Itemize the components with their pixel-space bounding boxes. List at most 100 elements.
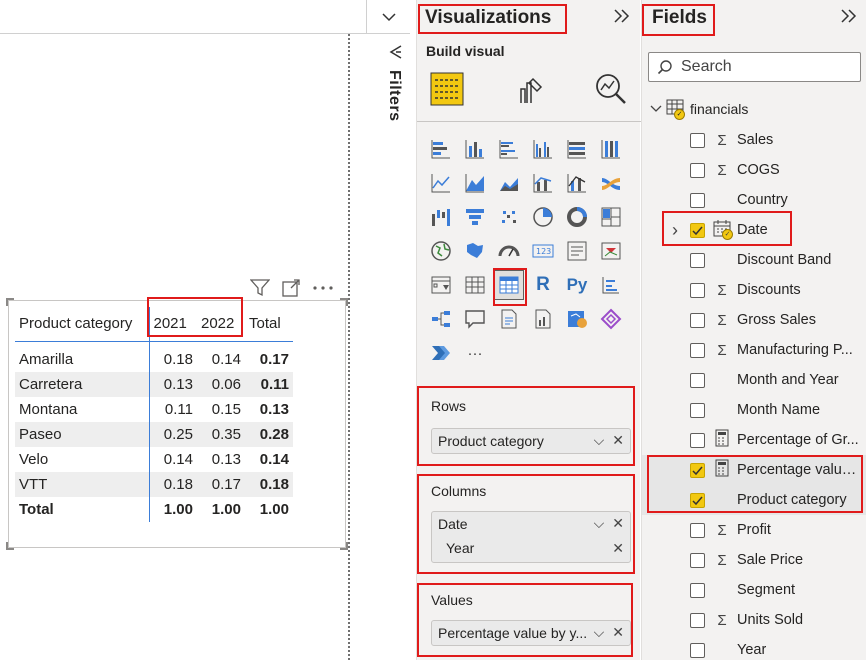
table-icon[interactable] xyxy=(460,270,490,300)
100-percent-bar-chart-icon[interactable] xyxy=(562,134,592,164)
cell-value[interactable]: 0.06 xyxy=(197,372,245,397)
field-checkbox[interactable] xyxy=(690,372,705,388)
focus-mode-icon[interactable] xyxy=(282,279,300,297)
100-percent-column-chart-icon[interactable] xyxy=(596,134,626,164)
row-label[interactable]: Carretera xyxy=(15,372,149,397)
matrix-visual[interactable]: Product category 2021 2022 Total Amarill… xyxy=(6,298,348,550)
smart-narrative-icon[interactable] xyxy=(494,304,524,334)
collapse-chevrons-icon[interactable] xyxy=(840,8,858,29)
total-row-label[interactable]: Total xyxy=(15,497,149,522)
field-checkbox[interactable] xyxy=(690,402,705,418)
cell-value[interactable]: 0.11 xyxy=(148,397,197,422)
cell-value[interactable]: 0.14 xyxy=(148,447,197,472)
field-checkbox[interactable] xyxy=(690,552,705,568)
key-influencers-icon[interactable] xyxy=(596,270,626,300)
resize-handle[interactable] xyxy=(340,542,348,550)
row-label[interactable]: Montana xyxy=(15,397,149,422)
power-automate-icon[interactable] xyxy=(426,338,456,368)
field-item[interactable]: Percentage value... xyxy=(642,455,866,485)
header-product-category[interactable]: Product category xyxy=(15,307,149,341)
filter-icon[interactable] xyxy=(250,279,270,297)
cell-total[interactable]: 0.13 xyxy=(245,397,293,422)
field-item[interactable]: Product category xyxy=(642,485,866,515)
chevron-down-icon[interactable]: ⌵ xyxy=(594,515,605,532)
field-item[interactable]: Segment xyxy=(642,575,866,605)
more-visuals-button[interactable]: ··· xyxy=(460,338,490,368)
cell-total[interactable]: 0.14 xyxy=(245,447,293,472)
search-input[interactable]: Search xyxy=(648,52,861,82)
line-chart-icon[interactable] xyxy=(426,168,456,198)
cell-value[interactable]: 0.13 xyxy=(197,447,245,472)
field-item[interactable]: Month and Year xyxy=(642,365,866,395)
kpi-icon[interactable] xyxy=(596,236,626,266)
row-label[interactable]: Velo xyxy=(15,447,149,472)
resize-handle[interactable] xyxy=(6,542,14,550)
remove-field-icon[interactable]: ✕ xyxy=(612,515,624,532)
field-checkbox[interactable] xyxy=(690,252,705,268)
multi-row-card-icon[interactable] xyxy=(562,236,592,266)
table-node-financials[interactable]: ✓ financials xyxy=(650,99,748,120)
field-checkbox[interactable] xyxy=(690,222,705,238)
field-checkbox[interactable] xyxy=(690,492,705,508)
filter-pane-arrow-icon[interactable] xyxy=(388,44,404,60)
field-item[interactable]: Year xyxy=(642,635,866,665)
cell-value[interactable]: 0.17 xyxy=(197,472,245,497)
format-visual-tab[interactable] xyxy=(507,66,555,112)
clustered-bar-chart-icon[interactable] xyxy=(494,134,524,164)
cell-value[interactable]: 0.35 xyxy=(197,422,245,447)
rows-field-pill[interactable]: Product category ⌵ ✕ xyxy=(431,428,631,454)
field-checkbox[interactable] xyxy=(690,522,705,538)
field-item[interactable]: Σ Sale Price xyxy=(642,545,866,575)
field-item[interactable]: Discount Band xyxy=(642,245,866,275)
resize-handle[interactable] xyxy=(340,298,348,306)
resize-handle[interactable] xyxy=(6,298,14,306)
stacked-area-chart-icon[interactable] xyxy=(494,168,524,198)
field-checkbox[interactable] xyxy=(690,582,705,598)
ribbon-chart-icon[interactable] xyxy=(596,168,626,198)
cell-value[interactable]: 0.14 xyxy=(197,347,245,372)
cell-value[interactable]: 0.18 xyxy=(148,347,197,372)
field-item[interactable]: Σ Discounts xyxy=(642,275,866,305)
cell-total[interactable]: 0.17 xyxy=(245,347,293,372)
field-item[interactable]: Percentage of Gr... xyxy=(642,425,866,455)
field-checkbox[interactable] xyxy=(690,192,705,208)
chevron-down-icon[interactable]: ⌵ xyxy=(594,432,605,449)
field-checkbox[interactable] xyxy=(690,312,705,328)
field-item[interactable]: › ✓ Date xyxy=(642,215,866,245)
collapse-chevrons-icon[interactable] xyxy=(613,8,631,29)
card-icon[interactable]: 123 xyxy=(528,236,558,266)
build-visual-tab[interactable] xyxy=(423,66,471,112)
field-item[interactable]: Σ COGS xyxy=(642,155,866,185)
field-checkbox[interactable] xyxy=(690,282,705,298)
field-item[interactable]: Σ Units Sold xyxy=(642,605,866,635)
more-options-icon[interactable] xyxy=(312,285,334,291)
cell-total[interactable]: 0.11 xyxy=(245,372,293,397)
expand-chevron-icon[interactable]: › xyxy=(672,220,678,241)
field-checkbox[interactable] xyxy=(690,642,705,658)
python-visual-icon[interactable]: Py xyxy=(562,270,592,300)
row-label[interactable]: VTT xyxy=(15,472,149,497)
row-label[interactable]: Paseo xyxy=(15,422,149,447)
arcgis-map-icon[interactable] xyxy=(562,304,592,334)
matrix-icon[interactable] xyxy=(494,270,524,300)
header-total[interactable]: Total xyxy=(245,307,293,341)
waterfall-chart-icon[interactable] xyxy=(426,202,456,232)
total-cell[interactable]: 1.00 xyxy=(148,497,197,522)
analytics-tab[interactable] xyxy=(587,66,635,112)
map-icon[interactable] xyxy=(426,236,456,266)
field-item[interactable]: Σ Sales xyxy=(642,125,866,155)
line-and-column-chart-icon[interactable] xyxy=(528,168,558,198)
field-item[interactable]: Σ Profit xyxy=(642,515,866,545)
line-and-stacked-column-icon[interactable] xyxy=(562,168,592,198)
r-script-visual-icon[interactable]: R xyxy=(528,270,558,300)
cell-value[interactable]: 0.18 xyxy=(148,472,197,497)
donut-chart-icon[interactable] xyxy=(562,202,592,232)
funnel-chart-icon[interactable] xyxy=(460,202,490,232)
field-item[interactable]: Country xyxy=(642,185,866,215)
field-checkbox[interactable] xyxy=(690,612,705,628)
gauge-icon[interactable] xyxy=(494,236,524,266)
slicer-icon[interactable] xyxy=(426,270,456,300)
row-label[interactable]: Amarilla xyxy=(15,347,149,372)
field-checkbox[interactable] xyxy=(690,132,705,148)
cell-value[interactable]: 0.13 xyxy=(148,372,197,397)
